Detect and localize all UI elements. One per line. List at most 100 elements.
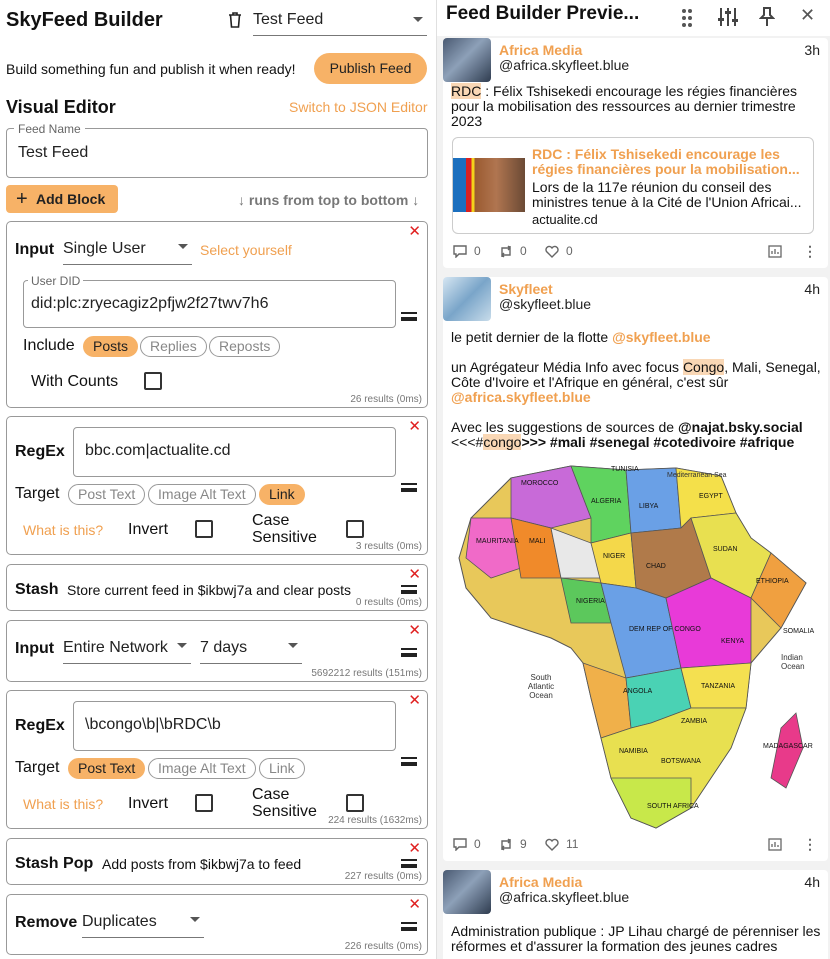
- drag-handle-icon[interactable]: [401, 585, 417, 594]
- block-stash: ✕ Stash Store current feed in $ikbwj7a a…: [6, 564, 428, 611]
- trash-icon[interactable]: [227, 11, 243, 29]
- target-link-chip[interactable]: Link: [259, 484, 305, 505]
- add-block-button[interactable]: + Add Block: [6, 185, 118, 213]
- close-icon[interactable]: ✕: [408, 419, 421, 434]
- input-mode-value: Single User: [63, 240, 146, 257]
- block-results: 3 results (0ms): [355, 541, 422, 552]
- close-preview-icon[interactable]: ✕: [800, 5, 815, 26]
- map-label: EGYPT: [699, 493, 723, 500]
- target-label: Target: [15, 485, 60, 502]
- post-time: 4h: [804, 874, 820, 890]
- reply-icon: [453, 244, 467, 259]
- more-icon[interactable]: ⋮: [803, 243, 817, 260]
- feed-post[interactable]: Skyfleet @skyfleet.blue 4h le petit dern…: [443, 277, 828, 861]
- drag-dots-icon[interactable]: [681, 8, 693, 28]
- block-results: 227 results (0ms): [344, 871, 422, 882]
- hashtags[interactable]: >>> #mali #senegal #cotedivoire #afrique: [521, 434, 794, 450]
- regex-pattern-value: \bcongo\b|\bRDC\b: [85, 716, 221, 733]
- case-sensitive-checkbox[interactable]: [346, 520, 364, 538]
- target-post-text-chip[interactable]: Post Text: [68, 758, 146, 779]
- chevron-down-icon: [177, 643, 187, 648]
- stats-icon[interactable]: [768, 838, 782, 856]
- remove-mode-value: Duplicates: [82, 913, 157, 930]
- tagline: Build something fun and publish it when …: [6, 61, 296, 77]
- case-sensitive-checkbox[interactable]: [346, 794, 364, 812]
- close-icon[interactable]: ✕: [408, 897, 421, 912]
- feed-post[interactable]: Africa Media @africa.skyfleet.blue 3h RD…: [443, 38, 828, 268]
- stats-icon[interactable]: [768, 245, 782, 263]
- reply-button[interactable]: 0: [453, 837, 481, 852]
- target-image-alt-chip[interactable]: Image Alt Text: [148, 758, 256, 779]
- africa-map-image[interactable]: Mediterranean Sea South Atlantic Ocean I…: [451, 458, 814, 830]
- post-author[interactable]: Africa Media: [499, 874, 582, 890]
- like-button[interactable]: 0: [545, 244, 573, 258]
- remove-mode-select[interactable]: Duplicates: [82, 909, 204, 938]
- with-counts-checkbox[interactable]: [144, 372, 162, 390]
- repost-button[interactable]: 0: [499, 244, 527, 258]
- target-image-alt-chip[interactable]: Image Alt Text: [148, 484, 256, 505]
- mention-link[interactable]: @skyfleet.blue: [612, 329, 710, 345]
- include-reposts-chip[interactable]: Reposts: [209, 336, 281, 357]
- invert-label: Invert: [128, 521, 169, 538]
- json-editor-link[interactable]: Switch to JSON Editor: [289, 99, 428, 115]
- drag-handle-icon[interactable]: [401, 922, 417, 931]
- highlight: Congo: [682, 359, 725, 375]
- mention-bold[interactable]: @najat.bsky.social: [678, 419, 803, 435]
- avatar[interactable]: [443, 277, 491, 321]
- close-icon[interactable]: ✕: [408, 841, 421, 856]
- what-is-this-link[interactable]: What is this?: [23, 522, 103, 538]
- publish-button[interactable]: Publish Feed: [314, 53, 427, 84]
- close-icon[interactable]: ✕: [408, 224, 421, 239]
- map-label: Indian Ocean: [781, 653, 805, 671]
- time-range-select[interactable]: 7 days: [200, 635, 302, 664]
- avatar[interactable]: [443, 38, 491, 82]
- drag-handle-icon[interactable]: [401, 757, 417, 766]
- text: un Agrégateur Média Info avec focus: [451, 359, 683, 375]
- drag-handle-icon[interactable]: [401, 859, 417, 868]
- heart-icon: [545, 838, 559, 851]
- user-did-label: User DID: [28, 274, 84, 288]
- target-post-text-chip[interactable]: Post Text: [68, 484, 146, 505]
- block-stash-pop: ✕ Stash Pop Add posts from $ikbwj7a to f…: [6, 838, 428, 885]
- what-is-this-link[interactable]: What is this?: [23, 796, 103, 812]
- regex-pattern-field[interactable]: bbc.com|actualite.cd: [73, 427, 396, 477]
- link-card[interactable]: RDC : Félix Tshisekedi encourage les rég…: [452, 137, 814, 234]
- block-results: 226 results (0ms): [344, 941, 422, 952]
- invert-checkbox[interactable]: [195, 794, 213, 812]
- drag-handle-icon[interactable]: [401, 483, 417, 492]
- post-author[interactable]: Africa Media: [499, 42, 582, 58]
- close-icon[interactable]: ✕: [408, 623, 421, 638]
- drag-handle-icon[interactable]: [401, 312, 417, 321]
- avatar[interactable]: [443, 870, 491, 914]
- reply-icon: [453, 837, 467, 852]
- repost-button[interactable]: 9: [499, 837, 527, 851]
- target-link-chip[interactable]: Link: [259, 758, 305, 779]
- pin-icon[interactable]: [758, 7, 776, 27]
- include-replies-chip[interactable]: Replies: [140, 336, 207, 357]
- post-author[interactable]: Skyfleet: [499, 281, 553, 297]
- sliders-icon[interactable]: [717, 7, 739, 27]
- reply-count: 0: [474, 837, 481, 851]
- close-icon[interactable]: ✕: [408, 567, 421, 582]
- chevron-down-icon: [288, 643, 298, 648]
- more-icon[interactable]: ⋮: [803, 836, 817, 853]
- drag-handle-icon[interactable]: [401, 648, 417, 657]
- post-handle: @africa.skyfleet.blue: [499, 889, 630, 905]
- input-mode-select[interactable]: Entire Network: [63, 635, 191, 664]
- feed-select[interactable]: Test Feed: [253, 9, 427, 36]
- post-time: 4h: [804, 281, 820, 297]
- order-hint: ↓ runs from top to bottom ↓: [238, 192, 420, 208]
- include-posts-chip[interactable]: Posts: [83, 336, 139, 357]
- select-yourself-link[interactable]: Select yourself: [200, 242, 292, 258]
- invert-checkbox[interactable]: [195, 520, 213, 538]
- regex-pattern-field[interactable]: \bcongo\b|\bRDC\b: [73, 701, 396, 751]
- map-label: SUDAN: [713, 546, 738, 553]
- map-label: ALGERIA: [591, 498, 622, 505]
- feed-post[interactable]: Africa Media @africa.skyfleet.blue 4h Ad…: [443, 870, 828, 959]
- mention-link[interactable]: @africa.skyfleet.blue: [451, 389, 591, 405]
- like-button[interactable]: 11: [545, 837, 578, 851]
- close-icon[interactable]: ✕: [408, 693, 421, 708]
- map-label: BOTSWANA: [661, 758, 701, 765]
- input-mode-select[interactable]: Single User: [63, 236, 192, 265]
- reply-button[interactable]: 0: [453, 244, 481, 259]
